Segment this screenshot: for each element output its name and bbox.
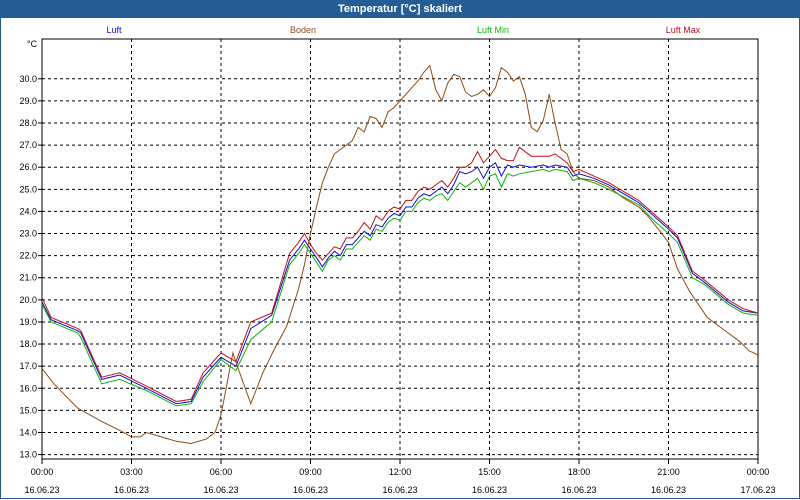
y-tick-label: 24.0 (19, 206, 37, 216)
y-tick-label: 15.0 (19, 405, 37, 415)
x-tick-date: 16.06.23 (293, 485, 328, 495)
y-tick-label: 27.0 (19, 140, 37, 150)
series-lines (41, 64, 759, 445)
y-tick-label: 19.0 (19, 317, 37, 327)
y-tick-label: 14.0 (19, 427, 37, 437)
series-line-boden (41, 64, 759, 445)
y-tick-label: 29.0 (19, 96, 37, 106)
y-tick-label: 23.0 (19, 229, 37, 239)
legend-boden: Boden (290, 25, 316, 35)
x-tick-date: 16.06.23 (114, 485, 149, 495)
y-tick-label: 26.0 (19, 162, 37, 172)
y-tick-label: 25.0 (19, 184, 37, 194)
y-tick-label: 30.0 (19, 74, 37, 84)
chart-title: Temperatur [°C] skaliert (0, 0, 800, 18)
x-tick-time: 09:00 (299, 467, 322, 477)
x-tick-time: 18:00 (568, 467, 591, 477)
x-tick-time: 21:00 (657, 467, 680, 477)
y-tick-label: 28.0 (19, 118, 37, 128)
x-tick-date: 16.06.23 (472, 485, 507, 495)
y-tick-label: 18.0 (19, 339, 37, 349)
series-line-luft (41, 162, 759, 405)
y-tick-label: 13.0 (19, 450, 37, 460)
y-axis-label: °C (27, 39, 38, 49)
y-tick-label: 22.0 (19, 251, 37, 261)
legend-luft-max: Luft Max (666, 25, 701, 35)
x-tick-date: 16.06.23 (24, 485, 59, 495)
legend: Luft Boden Luft Min Luft Max (106, 25, 700, 35)
x-tick-date: 16.06.23 (382, 485, 417, 495)
x-tick-date: 16.06.23 (561, 485, 596, 495)
y-axis: °C 13.0 14.0 15.0 16.0 17.0 18.0 19.0 20.0 21.0 22… (19, 39, 42, 460)
x-tick-time: 12:00 (389, 467, 412, 477)
legend-luft-min: Luft Min (477, 25, 509, 35)
x-tick-time: 00:00 (747, 467, 770, 477)
temperature-chart: °C 13.0 14.0 15.0 16.0 17.0 18.0 19.0 20.0 21.0 22… (19, 25, 776, 495)
x-tick-time: 06:00 (210, 467, 233, 477)
x-tick-date: 16.06.23 (203, 485, 238, 495)
legend-luft: Luft (106, 25, 122, 35)
y-tick-label: 17.0 (19, 361, 37, 371)
y-tick-label: 20.0 (19, 295, 37, 305)
x-tick-date: 17.06.23 (740, 485, 775, 495)
x-tick-time: 00:00 (31, 467, 54, 477)
x-axis: 00:00 16.06.23 03:00 16.06.23 06:00 16.06.23 0… (24, 459, 776, 495)
grid-lines (42, 39, 758, 459)
y-tick-label: 21.0 (19, 273, 37, 283)
chart-frame: °C 13.0 14.0 15.0 16.0 17.0 18.0 19.0 20.0 21.0 22… (0, 18, 800, 499)
y-tick-label: 16.0 (19, 383, 37, 393)
x-tick-time: 03:00 (120, 467, 143, 477)
x-tick-time: 15:00 (478, 467, 501, 477)
x-tick-date: 16.06.23 (651, 485, 686, 495)
